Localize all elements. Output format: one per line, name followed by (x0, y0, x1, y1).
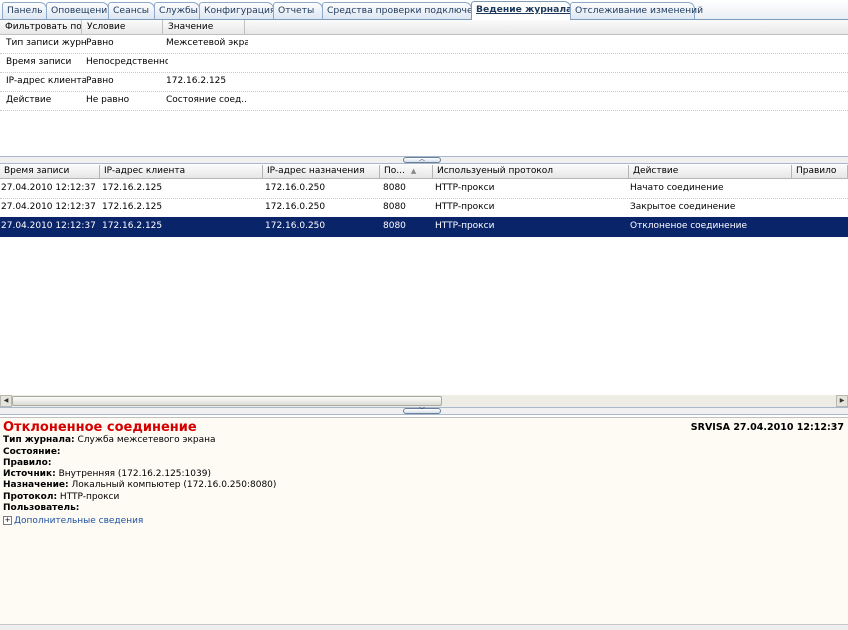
filter-row[interactable]: Время записи Непосредственное (0, 53, 848, 73)
detail-value: Служба межсетевого экрана (77, 435, 216, 445)
log-client-ip: 172.16.2.125 (102, 202, 163, 212)
bottom-edge (0, 624, 848, 630)
filter-column-header[interactable]: Значение (163, 20, 245, 34)
tab-connectivity-verifiers[interactable]: Средства проверки подключения (322, 2, 490, 19)
column-header-client-ip[interactable]: IP-адрес клиента (100, 165, 263, 178)
log-row[interactable]: 27.04.2010 12:12:37 172.16.2.125 172.16.… (0, 198, 848, 218)
log-port: 8080 (383, 183, 406, 193)
filter-condition: Равно (86, 38, 114, 48)
filter-row[interactable]: Действие Не равно Состояние соед... (0, 91, 848, 111)
log-client-ip: 172.16.2.125 (102, 183, 163, 193)
log-dest-ip: 172.16.0.250 (265, 183, 326, 193)
chevron-up-icon: ︿ (418, 156, 425, 163)
filter-value: 172.16.2.125 (166, 76, 227, 86)
arrow-left-icon: ◀ (3, 397, 9, 404)
filter-row[interactable]: Тип записи журн... Равно Межсетевой экра… (0, 34, 848, 54)
detail-label: Состояние: (3, 447, 61, 457)
detail-value: HTTP-прокси (59, 492, 120, 502)
column-header-action[interactable]: Действие (629, 165, 792, 178)
bottom-splitter[interactable]: ﹀ (0, 407, 848, 415)
tab-logging[interactable]: Ведение журнала (471, 1, 572, 20)
filter-field: Действие (6, 95, 52, 105)
column-header-port[interactable]: По... ▲ (380, 165, 433, 178)
detail-label: Источник: (3, 469, 56, 479)
tab-sessions[interactable]: Сеансы (108, 2, 155, 19)
log-time: 27.04.2010 12:12:37 (1, 221, 96, 231)
filter-value: Межсетевой экра... (166, 38, 248, 48)
detail-protocol: Протокол: HTTP-прокси (3, 492, 119, 502)
tab-dashboard[interactable]: Панель (2, 2, 47, 19)
detail-log-type: Тип журнала: Служба межсетевого экрана (3, 435, 216, 445)
detail-label: Тип журнала: (3, 435, 75, 445)
log-action: Отклоненое соединение (630, 221, 747, 231)
arrow-right-icon: ▶ (839, 397, 845, 404)
filter-condition: Равно (86, 76, 114, 86)
detail-label: Правило: (3, 458, 52, 468)
filter-condition: Непосредственное (86, 57, 168, 67)
detail-value: Внутренняя (172.16.2.125:1039) (58, 469, 211, 479)
filter-field: IP-адрес клиента (6, 76, 86, 86)
detail-destination: Назначение: Локальный компьютер (172.16.… (3, 480, 276, 490)
detail-label: Протокол: (3, 492, 58, 502)
sort-ascending-icon: ▲ (410, 167, 417, 175)
collapse-details-button[interactable]: ﹀ (403, 408, 441, 414)
detail-user: Пользователь: (3, 503, 79, 513)
log-grid: Время записи IP-адрес клиента IP-адрес н… (0, 165, 848, 397)
log-action: Начато соединение (630, 183, 724, 193)
detail-rule: Правило: (3, 458, 51, 468)
scroll-thumb[interactable] (12, 396, 442, 406)
filter-value: Состояние соед... (166, 95, 248, 105)
log-client-ip: 172.16.2.125 (102, 221, 163, 231)
log-time: 27.04.2010 12:12:37 (1, 202, 96, 212)
log-port: 8080 (383, 221, 406, 231)
detail-value: Локальный компьютер (172.16.0.250:8080) (71, 480, 277, 490)
more-details-link[interactable]: + Дополнительные сведения (3, 516, 143, 526)
tab-services[interactable]: Службы (154, 2, 200, 19)
details-server-time: SRVISA 27.04.2010 12:12:37 (690, 422, 844, 433)
filter-field: Время записи (6, 57, 72, 67)
chevron-down-icon: ﹀ (418, 407, 425, 414)
expand-plus-icon[interactable]: + (3, 516, 12, 525)
column-header-port-label: По... (384, 166, 405, 176)
more-details-label[interactable]: Дополнительные сведения (14, 516, 143, 526)
log-grid-header: Время записи IP-адрес клиента IP-адрес н… (0, 165, 848, 179)
scroll-right-button[interactable]: ▶ (836, 395, 848, 407)
filter-grid: Фильтровать по Условие Значение Тип запи… (0, 20, 848, 156)
tab-reports[interactable]: Отчеты (273, 2, 323, 19)
tab-alerts[interactable]: Оповещения (46, 2, 113, 19)
log-action: Закрытое соединение (630, 202, 736, 212)
log-time: 27.04.2010 12:12:37 (1, 183, 96, 193)
filter-field: Тип записи журн... (6, 38, 86, 48)
detail-label: Пользователь: (3, 503, 80, 513)
log-row[interactable]: 27.04.2010 12:12:37 172.16.2.125 172.16.… (0, 179, 848, 199)
horizontal-scrollbar[interactable]: ◀ ▶ (0, 395, 848, 407)
detail-source: Источник: Внутренняя (172.16.2.125:1039) (3, 469, 211, 479)
log-protocol: HTTP-прокси (435, 202, 495, 212)
column-header-protocol[interactable]: Используеный протокол (433, 165, 629, 178)
log-dest-ip: 172.16.0.250 (265, 221, 326, 231)
log-row-selected[interactable]: 27.04.2010 12:12:37 172.16.2.125 172.16.… (0, 217, 848, 237)
top-splitter[interactable]: ︿ (0, 156, 848, 164)
detail-label: Назначение: (3, 480, 69, 490)
log-protocol: HTTP-прокси (435, 183, 495, 193)
filter-column-header[interactable]: Фильтровать по (0, 20, 82, 34)
column-header-rule[interactable]: Правило (792, 165, 848, 178)
filter-condition: Не равно (86, 95, 130, 105)
log-port: 8080 (383, 202, 406, 212)
detail-state: Состояние: (3, 447, 61, 457)
details-pane: Отклоненное соединение SRVISA 27.04.2010… (0, 417, 848, 629)
tab-configuration[interactable]: Конфигурация (199, 2, 275, 19)
scroll-left-button[interactable]: ◀ (0, 395, 12, 407)
log-protocol: HTTP-прокси (435, 221, 495, 231)
column-header-time[interactable]: Время записи (0, 165, 100, 178)
filter-column-header[interactable]: Условие (82, 20, 163, 34)
filter-row[interactable]: IP-адрес клиента Равно 172.16.2.125 (0, 72, 848, 92)
column-header-dest-ip[interactable]: IP-адрес назначения (263, 165, 380, 178)
tab-strip: Панель Оповещения Сеансы Службы Конфигур… (0, 0, 848, 20)
collapse-filter-button[interactable]: ︿ (403, 157, 441, 163)
log-dest-ip: 172.16.0.250 (265, 202, 326, 212)
tab-change-tracking[interactable]: Отслеживание изменений (570, 2, 703, 19)
details-title: Отклоненное соединение (3, 420, 197, 435)
filter-grid-header: Фильтровать по Условие Значение (0, 20, 848, 35)
